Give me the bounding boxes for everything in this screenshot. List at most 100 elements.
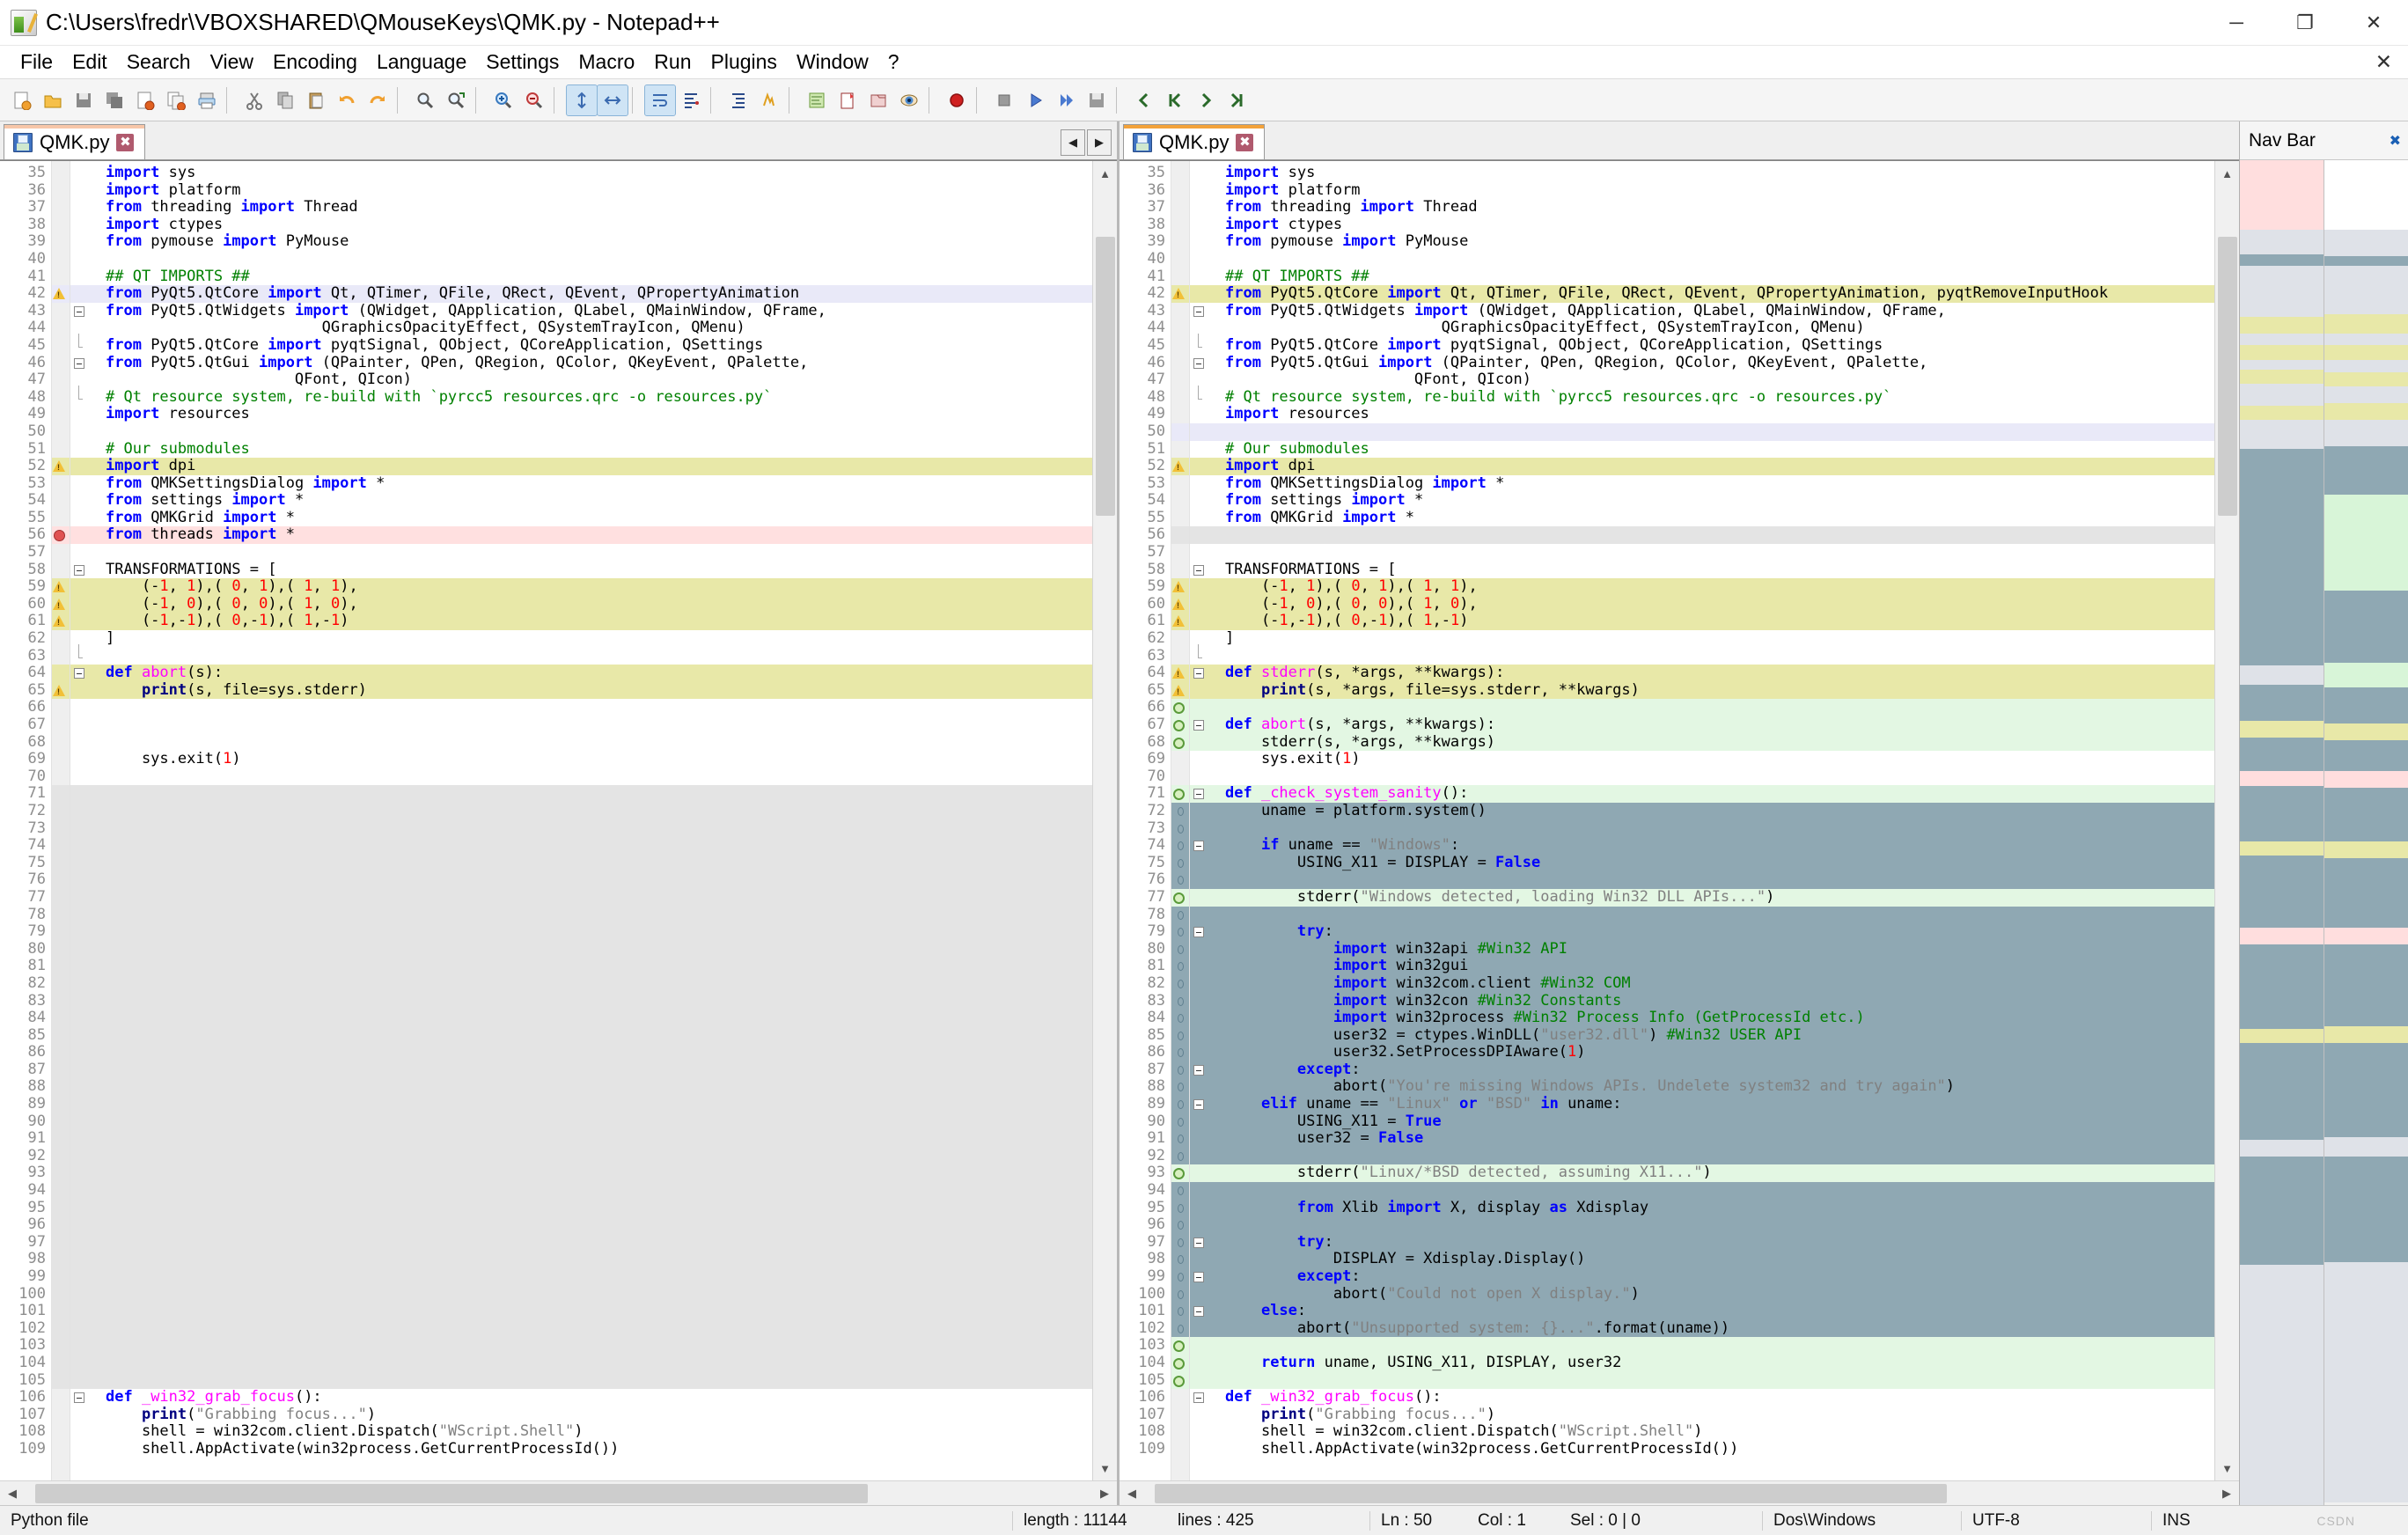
zoom-out-button[interactable]: [519, 85, 549, 115]
line-marker[interactable]: [52, 734, 70, 752]
fold-marker[interactable]: [1190, 1389, 1209, 1406]
code-line[interactable]: try:: [1209, 1233, 2214, 1252]
code-line[interactable]: [1209, 422, 2214, 441]
line-marker[interactable]: [1171, 1164, 1189, 1183]
document-map-button[interactable]: [802, 85, 832, 115]
code-line[interactable]: [90, 734, 1092, 752]
fold-marker[interactable]: [1190, 389, 1209, 407]
nav-bar-segment[interactable]: [2240, 841, 2324, 856]
fold-marker[interactable]: [1190, 1303, 1209, 1320]
left-tab-close-icon[interactable]: ✖: [116, 133, 135, 151]
line-marker[interactable]: [1171, 285, 1189, 303]
fold-marker[interactable]: [1190, 1044, 1209, 1061]
code-line[interactable]: [90, 940, 1092, 958]
line-marker[interactable]: [1171, 665, 1189, 682]
line-marker[interactable]: [1171, 578, 1189, 596]
line-marker[interactable]: [1171, 1441, 1189, 1458]
fold-marker[interactable]: [1190, 733, 1209, 752]
fold-marker[interactable]: [1190, 699, 1209, 716]
fold-marker[interactable]: [1190, 665, 1209, 682]
show-all-chars-button[interactable]: [676, 85, 706, 115]
line-marker[interactable]: [52, 526, 70, 545]
code-line[interactable]: [90, 423, 1092, 441]
line-marker[interactable]: [52, 1406, 70, 1424]
menu-encoding[interactable]: Encoding: [263, 48, 367, 76]
indent-guide-button[interactable]: [723, 85, 753, 115]
fold-marker[interactable]: [70, 1319, 90, 1338]
left-scroll-down-arrow[interactable]: ▼: [1092, 1456, 1117, 1480]
line-marker[interactable]: [1171, 716, 1189, 734]
code-line[interactable]: (-1, 1),( 0, 1),( 1, 1),: [1209, 577, 2214, 596]
code-line[interactable]: [90, 802, 1092, 820]
left-vertical-scrollbar[interactable]: ▲ ▼: [1092, 161, 1117, 1480]
fold-marker[interactable]: [1190, 1061, 1209, 1079]
line-marker[interactable]: [1171, 492, 1189, 510]
line-marker[interactable]: [1171, 475, 1189, 493]
line-marker[interactable]: [1171, 751, 1189, 768]
fold-marker[interactable]: [1190, 1406, 1209, 1424]
fold-marker[interactable]: [1190, 923, 1209, 941]
line-marker[interactable]: [1171, 165, 1189, 182]
code-line[interactable]: [90, 958, 1092, 975]
line-marker[interactable]: [52, 819, 70, 838]
line-marker[interactable]: [52, 1319, 70, 1338]
save-all-button[interactable]: [99, 85, 129, 115]
line-marker[interactable]: [52, 854, 70, 872]
code-line[interactable]: [1209, 526, 2214, 545]
code-line[interactable]: sys.exit(1): [1209, 750, 2214, 768]
line-marker[interactable]: [1171, 355, 1189, 372]
line-marker[interactable]: [1171, 630, 1189, 648]
code-line[interactable]: def _win32_grab_focus():: [1209, 1388, 2214, 1406]
code-line[interactable]: [1209, 871, 2214, 889]
left-code-area[interactable]: 35 36 37 38 39 40 41 42 43 44 45 46 47 48 49 50 51 52 53 54…: [0, 160, 1117, 1480]
fold-marker[interactable]: [70, 562, 90, 579]
line-marker[interactable]: [52, 1182, 70, 1200]
fold-collapse-icon[interactable]: [1193, 1392, 1204, 1404]
menu-run[interactable]: Run: [644, 48, 701, 76]
nav-bar-segment[interactable]: [2324, 1026, 2408, 1044]
right-marker-column[interactable]: [1171, 161, 1190, 1480]
nav-bar-segment[interactable]: [2240, 785, 2324, 841]
code-line[interactable]: except:: [1209, 1267, 2214, 1286]
menu-search[interactable]: Search: [117, 48, 201, 76]
code-line[interactable]: # Our submodules: [1209, 440, 2214, 459]
code-line[interactable]: QFont, QIcon): [1209, 371, 2214, 389]
fold-marker[interactable]: [70, 1199, 90, 1217]
fold-marker[interactable]: [1190, 888, 1209, 907]
line-marker[interactable]: [1171, 613, 1189, 631]
fold-marker[interactable]: [1190, 544, 1209, 562]
fold-collapse-icon[interactable]: [74, 564, 84, 576]
fold-collapse-icon[interactable]: [1193, 927, 1204, 938]
menu-macro[interactable]: Macro: [569, 48, 644, 76]
line-marker[interactable]: [52, 888, 70, 907]
code-line[interactable]: from PyQt5.QtWidgets import (QWidget, QA…: [90, 302, 1092, 320]
code-line[interactable]: [90, 837, 1092, 855]
fold-marker[interactable]: [1190, 630, 1209, 659]
line-marker[interactable]: [52, 923, 70, 941]
fold-collapse-icon[interactable]: [1193, 1306, 1204, 1318]
code-line[interactable]: USING_X11 = DISPLAY = False: [1209, 854, 2214, 872]
left-horizontal-scrollbar[interactable]: ◀ ▶: [0, 1480, 1117, 1506]
fold-marker[interactable]: [70, 595, 90, 613]
code-line[interactable]: (-1,-1),( 0,-1),( 1,-1): [90, 613, 1092, 631]
code-line[interactable]: ]: [90, 629, 1092, 648]
code-line[interactable]: [1209, 1147, 2214, 1165]
fold-marker[interactable]: [70, 199, 90, 217]
code-line[interactable]: def stderr(s, *args, **kwargs):: [1209, 664, 2214, 682]
code-line[interactable]: [90, 1078, 1092, 1097]
line-marker[interactable]: [1171, 233, 1189, 251]
fold-marker[interactable]: [1190, 1319, 1209, 1338]
line-marker[interactable]: [1171, 251, 1189, 268]
fold-marker[interactable]: [70, 785, 90, 803]
line-marker[interactable]: [52, 371, 70, 389]
line-marker[interactable]: [52, 630, 70, 648]
code-line[interactable]: uname = platform.system(): [1209, 802, 2214, 820]
line-marker[interactable]: [52, 681, 70, 700]
code-line[interactable]: import platform: [90, 181, 1092, 200]
function-list-button[interactable]: [833, 85, 863, 115]
line-marker[interactable]: [1171, 992, 1189, 1010]
fold-marker[interactable]: [1190, 458, 1209, 475]
fold-marker[interactable]: [1190, 1285, 1209, 1304]
line-marker[interactable]: [1171, 268, 1189, 286]
line-marker[interactable]: [1171, 1044, 1189, 1061]
